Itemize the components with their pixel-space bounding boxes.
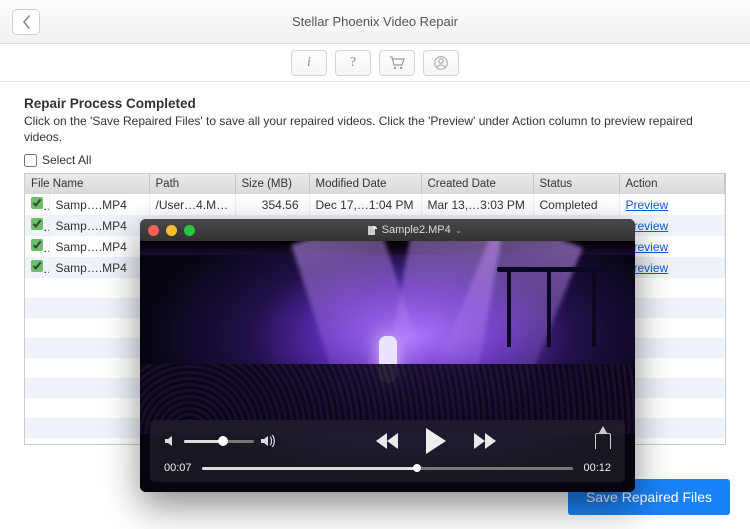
player-titlebar[interactable]: Sample2.MP4 ⌄ [140, 219, 635, 241]
info-button[interactable]: i [291, 50, 327, 76]
page-heading: Repair Process Completed [24, 96, 726, 111]
rewind-button[interactable] [376, 432, 400, 450]
select-all-label: Select All [42, 153, 91, 167]
share-button[interactable] [595, 433, 611, 449]
player-filename: Sample2.MP4 [382, 224, 451, 236]
file-icon [367, 225, 378, 236]
forward-button[interactable] [472, 432, 496, 450]
back-button[interactable] [12, 9, 40, 35]
cell-filename: Samp….MP4 [49, 236, 149, 257]
user-button[interactable] [423, 50, 459, 76]
video-frame[interactable]: 00:07 00:12 [140, 241, 635, 492]
cell-modified: Dec 17,…1:04 PM [309, 194, 421, 215]
seek-slider[interactable] [202, 467, 574, 470]
time-total: 00:12 [583, 462, 611, 474]
row-checkbox[interactable] [31, 260, 43, 272]
col-modified[interactable]: Modified Date [309, 174, 421, 194]
cart-icon [389, 56, 405, 70]
preview-link[interactable]: Preview [626, 198, 669, 212]
chevron-left-icon [22, 15, 31, 29]
help-button[interactable]: ? [335, 50, 371, 76]
volume-control[interactable] [164, 435, 276, 447]
cell-filename: Samp….MP4 [49, 257, 149, 278]
cell-status: Completed [533, 194, 619, 215]
window-titlebar: Stellar Phoenix Video Repair [0, 0, 750, 44]
cell-size: 354.56 [235, 194, 309, 215]
row-checkbox[interactable] [31, 197, 43, 209]
cell-filename: Samp….MP4 [49, 215, 149, 236]
help-icon: ? [350, 55, 356, 71]
table-row[interactable]: Samp….MP4/User…4.MP4354.56Dec 17,…1:04 P… [25, 194, 725, 215]
volume-low-icon [164, 435, 178, 447]
zoom-traffic-light[interactable] [184, 225, 195, 236]
close-traffic-light[interactable] [148, 225, 159, 236]
page-subtext: Click on the 'Save Repaired Files' to sa… [24, 113, 726, 145]
player-controls: 00:07 00:12 [150, 420, 625, 482]
play-button[interactable] [426, 428, 446, 454]
col-size[interactable]: Size (MB) [235, 174, 309, 194]
row-checkbox[interactable] [31, 239, 43, 251]
cell-filename: Samp….MP4 [49, 194, 149, 215]
time-elapsed: 00:07 [164, 462, 192, 474]
volume-slider[interactable] [184, 440, 254, 443]
minimize-traffic-light[interactable] [166, 225, 177, 236]
video-preview-window[interactable]: Sample2.MP4 ⌄ [140, 219, 635, 492]
cell-path: /User…4.MP4 [149, 194, 235, 215]
toolbar: i ? [0, 44, 750, 82]
row-checkbox[interactable] [31, 218, 43, 230]
window-title: Stellar Phoenix Video Repair [0, 14, 750, 29]
select-all-checkbox[interactable] [24, 154, 37, 167]
col-status[interactable]: Status [533, 174, 619, 194]
volume-high-icon [260, 435, 276, 447]
col-created[interactable]: Created Date [421, 174, 533, 194]
table-header: File Name Path Size (MB) Modified Date C… [25, 174, 725, 194]
cart-button[interactable] [379, 50, 415, 76]
cell-created: Mar 13,…3:03 PM [421, 194, 533, 215]
chevron-down-icon: ⌄ [455, 225, 463, 236]
select-all-row[interactable]: Select All [24, 153, 726, 167]
col-action[interactable]: Action [619, 174, 725, 194]
col-filename[interactable]: File Name [25, 174, 149, 194]
info-icon: i [307, 55, 311, 71]
col-path[interactable]: Path [149, 174, 235, 194]
player-filename-wrap: Sample2.MP4 ⌄ [202, 224, 627, 236]
user-icon [433, 55, 449, 71]
